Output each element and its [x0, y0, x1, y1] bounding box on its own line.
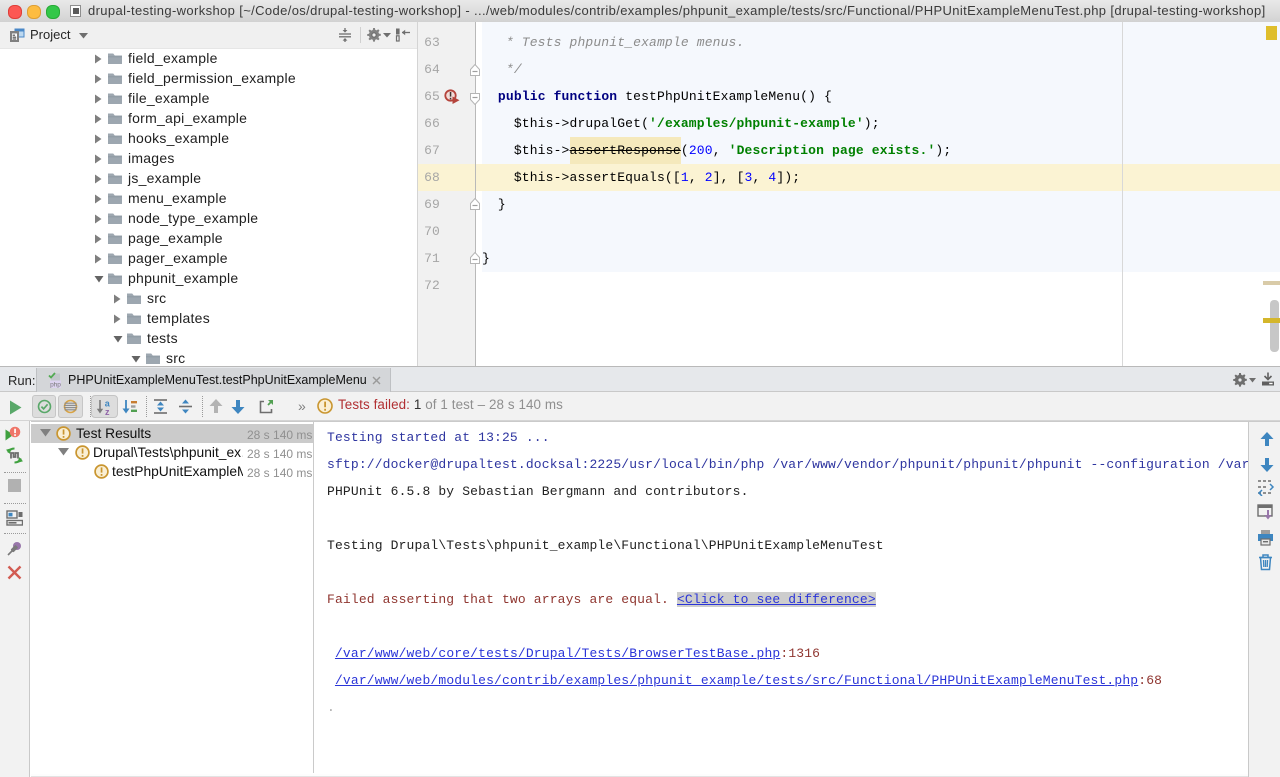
svg-text:z: z	[105, 407, 110, 415]
svg-text:php: php	[50, 382, 61, 389]
